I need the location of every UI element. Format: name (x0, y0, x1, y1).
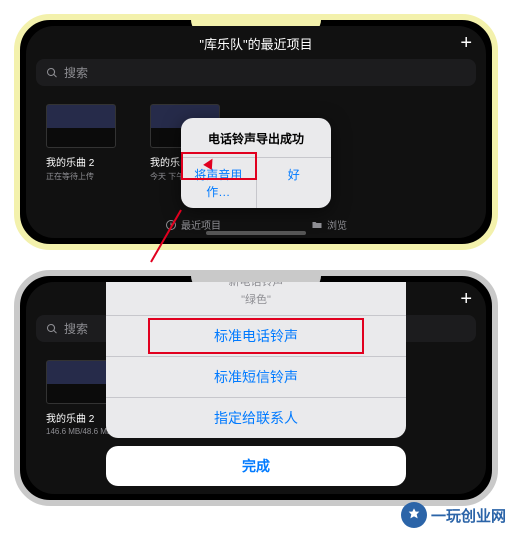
tab-label: 最近项目 (181, 217, 221, 232)
project-sub: 正在等待上传 (46, 171, 124, 182)
tab-label: 浏览 (327, 217, 347, 232)
search-icon (46, 323, 58, 335)
ringtone-action-sheet: 新电话铃声 "绿色" 标准电话铃声 标准短信铃声 指定给联系人 完成 (106, 282, 406, 486)
watermark-badge-icon (401, 502, 427, 528)
project-item[interactable]: 我的乐曲 2 正在等待上传 (46, 104, 124, 182)
done-button[interactable]: 完成 (106, 446, 406, 486)
tab-bar: 最近项目 浏览 (26, 217, 486, 232)
option-label: 指定给联系人 (214, 410, 298, 426)
screen-1: "库乐队"的最近项目 + 搜索 我的乐曲 2 正在等待上传 我的乐曲 今天 下午… (26, 26, 486, 238)
sheet-title: 新电话铃声 (106, 282, 406, 291)
search-placeholder: 搜索 (64, 320, 88, 337)
use-sound-as-button[interactable]: 将声音用作… (181, 158, 256, 208)
add-button[interactable]: + (460, 32, 472, 55)
project-thumb (46, 104, 116, 148)
phone-frame-2: "库乐队"的最近项目 + 搜索 我的乐曲 2 146.6 MB/48.6 MB … (14, 270, 498, 506)
sheet-options-card: 新电话铃声 "绿色" 标准电话铃声 标准短信铃声 指定给联系人 (106, 282, 406, 438)
tab-browse[interactable]: 浏览 (311, 217, 347, 232)
folder-icon (311, 219, 323, 231)
search-placeholder: 搜索 (64, 64, 88, 81)
alert-title: 电话铃声导出成功 (181, 118, 331, 157)
screen-title: "库乐队"的最近项目 (26, 26, 486, 59)
watermark: 一玩创业网 (401, 502, 506, 528)
project-title: 我的乐曲 2 (46, 154, 124, 169)
home-indicator[interactable] (206, 231, 306, 235)
assign-to-contact-button[interactable]: 指定给联系人 (106, 397, 406, 438)
sheet-subtitle: "绿色" (106, 291, 406, 315)
search-icon (46, 67, 58, 79)
phone-frame-1: "库乐队"的最近项目 + 搜索 我的乐曲 2 正在等待上传 我的乐曲 今天 下午… (14, 14, 498, 250)
standard-text-tone-button[interactable]: 标准短信铃声 (106, 356, 406, 397)
watermark-text: 一玩创业网 (431, 505, 506, 526)
screen-2: "库乐队"的最近项目 + 搜索 我的乐曲 2 146.6 MB/48.6 MB … (26, 282, 486, 494)
search-input[interactable]: 搜索 (36, 59, 476, 86)
add-button[interactable]: + (460, 288, 472, 311)
option-label: 标准电话铃声 (214, 328, 298, 344)
done-label: 完成 (242, 458, 270, 474)
standard-ringtone-button[interactable]: 标准电话铃声 (106, 315, 406, 356)
ok-button[interactable]: 好 (256, 158, 332, 208)
option-label: 标准短信铃声 (214, 369, 298, 385)
